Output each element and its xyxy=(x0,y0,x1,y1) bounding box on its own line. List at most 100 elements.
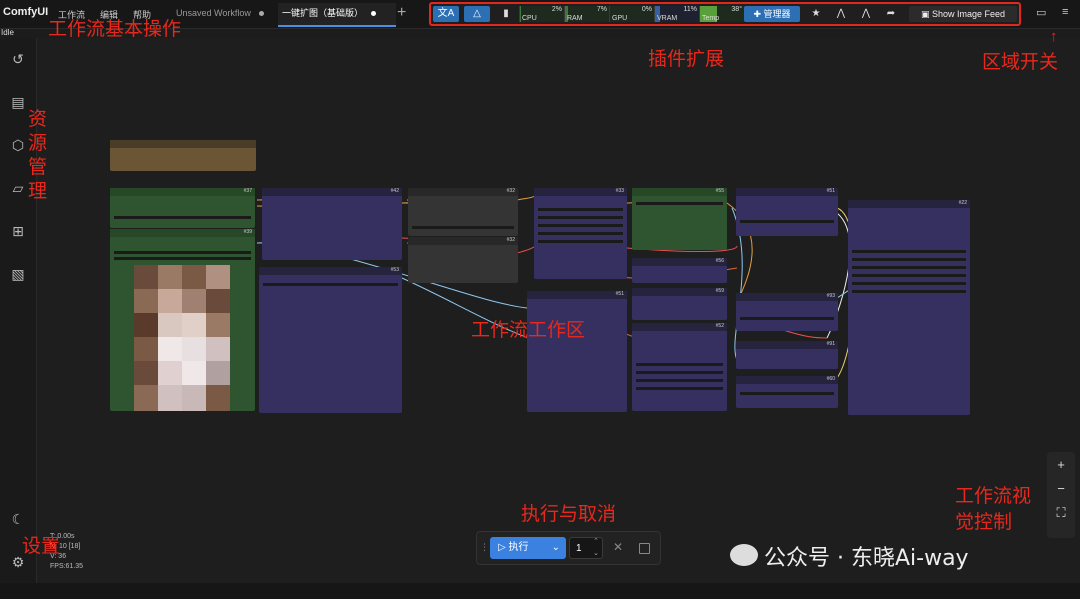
menu-icon[interactable]: ≡ xyxy=(1062,6,1068,18)
node-id: #37 xyxy=(243,188,252,194)
annotation-workspace: 工作流工作区 xyxy=(471,319,586,341)
node-id: #32 xyxy=(506,188,515,194)
latent-node[interactable]: #56 xyxy=(632,258,727,283)
node-id: #51 xyxy=(826,188,835,194)
chevron-down-icon[interactable]: ⌄ xyxy=(552,537,560,559)
node-id: #91 xyxy=(826,341,835,347)
run-label: 执行 xyxy=(508,542,529,553)
gallery-icon[interactable]: ▧ xyxy=(9,265,27,283)
play-icon: ▷ xyxy=(498,542,509,553)
run-toolbar: ⋮ ▷ 执行 ⌄ 1 ⌃ ⌄ ✕ xyxy=(476,531,661,565)
fit-view-icon[interactable]: ⛶ xyxy=(1047,502,1075,524)
tab-expand-image[interactable]: 一键扩图（基础版） xyxy=(278,3,396,27)
bottom-strip xyxy=(0,583,1080,599)
pad-image-node[interactable]: #32 xyxy=(408,188,518,236)
vae-node[interactable]: #59 xyxy=(632,288,727,320)
composite-node[interactable]: #60 xyxy=(736,376,838,408)
bookmark-icon[interactable]: ▮ xyxy=(493,6,519,22)
node-id: #32 xyxy=(506,237,515,243)
translate-icon[interactable]: 文A xyxy=(433,6,459,22)
annotation-plugins: 插件扩展 xyxy=(648,48,725,70)
cancel-icon[interactable]: ✕ xyxy=(613,540,623,554)
cpu-label: CPU xyxy=(522,15,537,22)
image-icon: ▣ xyxy=(920,9,932,19)
annotation-settings: 设置 xyxy=(22,535,61,557)
node-id: #55 xyxy=(715,188,724,194)
node-id: #51 xyxy=(615,291,624,297)
load-image-node[interactable]: #39 xyxy=(110,229,255,411)
ram-label: RAM xyxy=(567,15,583,22)
ram-value: 7% xyxy=(596,6,607,13)
decode-node[interactable]: #52 xyxy=(632,323,727,411)
annotation-visual-control: 工作流视觉控制 xyxy=(955,485,1032,533)
node-id: #39 xyxy=(243,229,252,235)
node-id: #60 xyxy=(826,376,835,382)
tab-label: 一键扩图（基础版） xyxy=(282,8,364,18)
mask-node[interactable]: #93 xyxy=(736,293,838,331)
preview-image-mosaic xyxy=(134,265,230,411)
cpu-value: 2% xyxy=(551,6,562,13)
folder-icon[interactable]: ▱ xyxy=(9,179,27,197)
save-image-node[interactable]: #22 xyxy=(848,200,970,415)
zoom-out-icon[interactable]: − xyxy=(1047,478,1075,500)
clip-text-node[interactable]: #42 xyxy=(262,188,402,260)
show-image-feed-button[interactable]: ▣ Show Image Feed xyxy=(909,6,1017,22)
temp-label: Temp xyxy=(702,15,720,22)
add-tab-icon[interactable]: + xyxy=(397,4,406,22)
vram-value: 11% xyxy=(683,6,698,13)
controlnet-node[interactable]: #33 xyxy=(534,188,627,279)
batch-count-input[interactable]: 1 ⌃ ⌄ xyxy=(569,537,603,559)
drag-handle-icon[interactable]: ⋮ xyxy=(480,542,489,553)
blend-node[interactable]: #91 xyxy=(736,341,838,369)
annotation-basic-ops: 工作流基本操作 xyxy=(48,18,182,40)
sampler-node[interactable]: #55 xyxy=(632,188,727,250)
app-brand[interactable]: ComfyUI xyxy=(3,6,48,18)
upscale-node[interactable]: #51 xyxy=(736,188,838,236)
wechat-icon xyxy=(730,544,758,566)
ram-meter: 7% RAM xyxy=(564,6,609,22)
crystools-icon[interactable]: △ xyxy=(464,6,490,22)
feed-label: Show Image Feed xyxy=(931,9,1006,19)
gpu-meter: 0% GPU xyxy=(609,6,654,22)
temp-meter: 38° Temp xyxy=(699,6,744,22)
theme-moon-icon[interactable]: ☾ xyxy=(9,510,27,528)
vram-meter: 11% VRAM xyxy=(654,6,699,22)
queue-icon[interactable]: ▤ xyxy=(9,93,27,111)
model-library-icon[interactable]: ⬡ xyxy=(9,136,27,154)
stepper-icon[interactable]: ⌃ ⌄ xyxy=(593,536,599,560)
resize-node[interactable]: #32 xyxy=(408,237,518,283)
arrow-up-icon: ↑ xyxy=(1050,28,1058,45)
panel-toggle-icon[interactable]: ▭ xyxy=(1036,6,1046,19)
cpu-fill xyxy=(520,6,521,22)
node-id: #22 xyxy=(958,200,967,206)
tab-unsaved-workflow[interactable]: Unsaved Workflow xyxy=(172,3,280,25)
status-text: Idle xyxy=(1,28,14,37)
node-id: #33 xyxy=(615,188,624,194)
unsaved-dot-icon xyxy=(258,11,264,17)
temp-value: 38° xyxy=(731,6,742,13)
zoom-in-icon[interactable]: + xyxy=(1047,454,1075,476)
puzzle-icon: ✚ xyxy=(753,9,764,19)
checkpoint-node[interactable]: #37 xyxy=(110,188,255,228)
node-id: #59 xyxy=(715,288,724,294)
node-library-icon[interactable]: ⊞ xyxy=(9,222,27,240)
zoom-controls: + − ⛶ xyxy=(1047,452,1075,538)
note-node[interactable] xyxy=(110,140,256,171)
manager-button[interactable]: ✚ 管理器 xyxy=(744,6,800,22)
cpu-meter: 2% CPU xyxy=(519,6,564,22)
annotation-run-cancel: 执行与取消 xyxy=(521,503,617,525)
star-icon[interactable]: ★ xyxy=(803,6,829,22)
prompt-node[interactable]: #53 xyxy=(259,267,402,413)
inpaint-node[interactable]: #51 xyxy=(527,291,627,412)
model-icon[interactable]: ⋀ xyxy=(828,6,854,22)
history-icon[interactable]: ↺ xyxy=(9,50,27,68)
vram-label: VRAM xyxy=(657,15,678,22)
annotation-region-toggle: 区域开关 xyxy=(982,51,1059,73)
node-id: #53 xyxy=(390,267,399,273)
model-alt-icon[interactable]: ⋀ xyxy=(853,6,879,22)
stop-icon[interactable] xyxy=(639,543,650,554)
share-icon[interactable]: ➦ xyxy=(878,6,904,22)
run-button[interactable]: ▷ 执行 ⌄ xyxy=(490,537,566,559)
annotation-resources: 资源管理 xyxy=(28,108,48,202)
node-id: #56 xyxy=(715,258,724,264)
